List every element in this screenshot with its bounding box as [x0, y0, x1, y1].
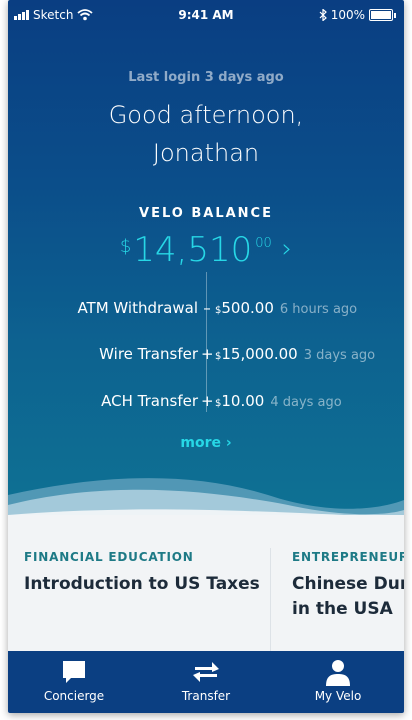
transaction-name: Wire Transfer	[99, 345, 198, 363]
article-title-line: in the USA	[292, 599, 393, 619]
article-category: FINANCIAL EDUCATION	[24, 550, 194, 564]
balance-amount-button[interactable]: $ 14,510 00 ›	[8, 230, 404, 270]
transaction-name: ACH Transfer	[101, 392, 198, 410]
person-icon	[326, 660, 350, 686]
transaction-amount: $10.00 4 days ago	[215, 392, 342, 410]
article-title-line: Introduction to US Taxes	[24, 574, 260, 594]
tab-transfer[interactable]: Transfer	[140, 651, 272, 713]
transaction-amount: $15,000.00 3 days ago	[215, 345, 375, 363]
battery-cap	[394, 12, 396, 18]
transaction-value: 15,000.00	[221, 345, 298, 363]
article-category: ENTREPRENEURS	[292, 550, 404, 564]
chat-icon	[63, 661, 85, 683]
tab-label: My Velo	[314, 689, 362, 703]
transaction-value: 500.00	[221, 299, 274, 317]
transaction-row[interactable]: ATM Withdrawal – $500.00 6 hours ago	[8, 297, 404, 319]
status-bar: Sketch 9:41 AM 100%	[8, 0, 404, 30]
status-right: 100%	[319, 8, 396, 22]
transaction-row[interactable]: ACH Transfer + $10.00 4 days ago	[8, 390, 404, 412]
transaction-row[interactable]: Wire Transfer + $15,000.00 3 days ago	[8, 343, 404, 365]
article-title-line: Chinese Dum	[292, 574, 404, 594]
chevron-right-icon[interactable]: ›	[282, 230, 292, 268]
balance-currency: $	[119, 236, 132, 257]
transaction-sign: –	[203, 299, 211, 317]
phone-screen: Sketch 9:41 AM 100% Last login 3 days ag…	[8, 0, 404, 713]
transaction-value: 10.00	[221, 392, 265, 410]
balance-label: VELO BALANCE	[139, 206, 273, 221]
transaction-sign: +	[201, 392, 214, 410]
article-title: Introduction to US Taxes	[24, 572, 260, 597]
transaction-sign: +	[201, 345, 214, 363]
tab-my-velo[interactable]: My Velo	[272, 651, 404, 713]
greeting-line: Good afternoon,	[108, 101, 304, 129]
article-card[interactable]: FINANCIAL EDUCATION Introduction to US T…	[8, 515, 270, 651]
transaction-amount: $500.00 6 hours ago	[215, 299, 357, 317]
card-divider	[270, 548, 271, 651]
article-cards: FINANCIAL EDUCATION Introduction to US T…	[8, 515, 404, 651]
bluetooth-icon	[319, 9, 327, 21]
transaction-time: 3 days ago	[303, 348, 376, 363]
article-title: Chinese Dum in the USA	[292, 572, 404, 622]
battery-icon	[369, 9, 393, 21]
last-login-text: Last login 3 days ago	[128, 70, 284, 85]
tab-label: Transfer	[181, 689, 231, 703]
more-link[interactable]: more ›	[8, 435, 404, 451]
user-name: Jonathan	[152, 139, 260, 167]
balance-cents: 00	[255, 236, 272, 251]
hero-section: Sketch 9:41 AM 100% Last login 3 days ag…	[8, 0, 404, 530]
transaction-time: 4 days ago	[270, 395, 342, 410]
tab-bar: Concierge Transfer My Velo	[8, 651, 404, 713]
article-card[interactable]: ENTREPRENEURS Chinese Dum in the USA	[276, 515, 404, 651]
battery-percent: 100%	[330, 8, 365, 22]
transfer-arrows-icon	[193, 662, 219, 682]
tab-concierge[interactable]: Concierge	[8, 651, 140, 713]
tab-label: Concierge	[43, 689, 105, 703]
balance-amount: 14,510	[133, 230, 253, 270]
transaction-time: 6 hours ago	[279, 302, 358, 317]
transaction-name: ATM Withdrawal	[77, 299, 198, 317]
greeting: Good afternoon, Jonathan	[8, 96, 404, 172]
